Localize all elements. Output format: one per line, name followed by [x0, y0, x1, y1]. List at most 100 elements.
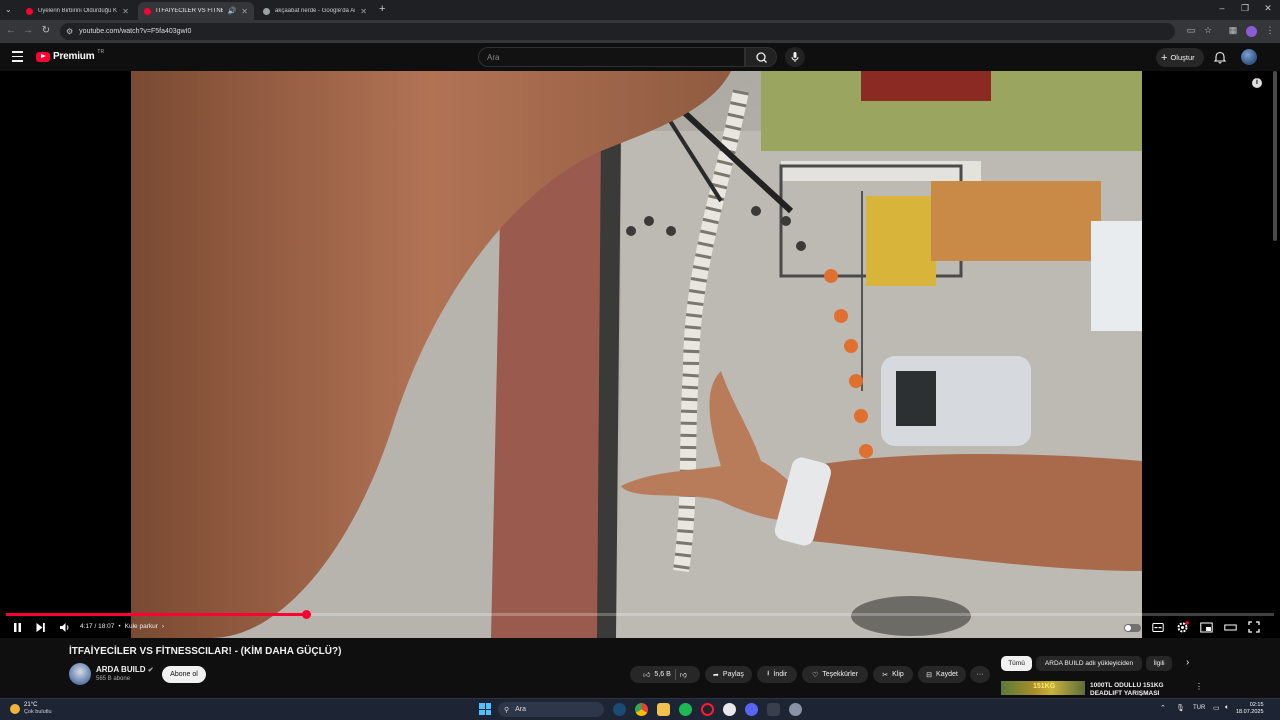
search-icon — [756, 52, 767, 63]
youtube-logo[interactable]: Premium TR — [36, 49, 104, 62]
subscribe-button[interactable]: Abone ol — [162, 666, 206, 683]
chip-related[interactable]: İlgili — [1146, 656, 1172, 671]
forward-arrow-icon[interactable]: → — [21, 25, 35, 36]
subtitles-icon[interactable] — [1152, 622, 1164, 633]
volume-icon[interactable] — [59, 622, 71, 633]
chapter-label[interactable]: Kule parkur — [125, 623, 158, 630]
calculator-icon[interactable] — [767, 703, 780, 716]
cast-icon[interactable]: ▭ — [1184, 25, 1198, 36]
weather-condition: Çok bulutlu — [24, 709, 52, 715]
fullscreen-icon[interactable] — [1248, 621, 1260, 633]
video-frame[interactable] — [131, 71, 1142, 638]
settings-app-icon[interactable] — [789, 703, 802, 716]
related-video-title[interactable]: 1000TL ÖDÜLLÜ 151KG DEADLIFT YARIŞMASI — [1090, 682, 1185, 696]
speaker-tray-icon[interactable]: 🔈︎ — [1225, 704, 1229, 712]
chip-all[interactable]: Tümü — [1001, 656, 1032, 671]
chevron-right-icon[interactable]: › — [162, 623, 164, 630]
taskbar-search[interactable]: ⚲ Ara — [498, 702, 604, 717]
like-count: 5,6 B — [654, 671, 671, 678]
browser-tab-3[interactable]: akçaabat nerde - Google'da Ara ✕ — [257, 2, 373, 20]
plus-icon: + — [1161, 51, 1168, 64]
new-tab-button[interactable]: + — [379, 3, 385, 15]
autoplay-toggle[interactable] — [1124, 624, 1141, 632]
spotify-icon[interactable] — [679, 703, 692, 716]
steam-icon[interactable] — [613, 703, 626, 716]
chip-from-uploader[interactable]: ARDA BUILD adlı yükleyiciden — [1036, 656, 1142, 671]
close-tab-icon[interactable]: ✕ — [241, 7, 248, 16]
voice-search-button[interactable] — [785, 47, 805, 67]
discord-icon[interactable] — [745, 703, 758, 716]
minimize-icon[interactable]: – — [1212, 3, 1232, 13]
like-divider — [674, 669, 676, 680]
chevron-right-icon[interactable]: › — [1186, 657, 1189, 668]
pause-icon[interactable] — [12, 622, 23, 633]
thumbs-up-icon: 👍︎ — [643, 672, 651, 679]
like-button[interactable]: 👍︎ 5,6 B — [643, 670, 671, 679]
video-player[interactable]: i 4:17 / 18:07 • Kule parkur › — [0, 71, 1280, 638]
channel-name[interactable]: ARDA BUILD ✔ — [96, 665, 154, 674]
save-label: Kaydet — [936, 671, 958, 678]
microphone-icon — [791, 52, 799, 62]
share-button[interactable]: ➦ Paylaş — [705, 666, 752, 683]
microphone-tray-icon[interactable]: 🎙︎ — [1176, 704, 1185, 712]
browser-menu-icon[interactable]: ⋮ — [1263, 25, 1277, 36]
progress-scrubber[interactable] — [302, 610, 312, 619]
page-scrollbar[interactable] — [1273, 71, 1277, 241]
close-window-icon[interactable]: ✕ — [1258, 3, 1278, 14]
taskbar-search-label: Ara — [515, 706, 527, 713]
bookmark-star-icon[interactable]: ☆ — [1201, 25, 1215, 36]
opera-icon[interactable] — [701, 703, 714, 716]
tray-chevron-up-icon[interactable]: ⌃ — [1160, 704, 1166, 712]
github-icon[interactable] — [723, 703, 736, 716]
settings-gear-icon[interactable] — [1176, 621, 1189, 634]
url-bar[interactable]: ⚙ youtube.com/watch?v=F5fa403gwI0 — [60, 23, 1175, 40]
more-actions-button[interactable]: ··· — [970, 666, 990, 683]
account-avatar[interactable] — [1241, 49, 1257, 65]
notifications-bell-icon[interactable] — [1213, 50, 1227, 64]
windows-taskbar: 21°C Çok bulutlu ⚲ Ara ⌃ 🎙︎ TUR ▭ 🔈︎ 02:… — [0, 698, 1280, 720]
tab-title: Üyelerin Birbirini Öldürdüğü Kı — [38, 8, 118, 14]
current-time: 4:17 — [80, 623, 93, 630]
clip-button[interactable]: ✂ Klip — [873, 666, 913, 683]
keyboard-language[interactable]: TUR — [1193, 705, 1205, 711]
thanks-button[interactable]: ♡ Teşekkürler — [802, 666, 868, 683]
file-explorer-icon[interactable] — [657, 703, 670, 716]
thanks-label: Teşekkürler — [822, 671, 859, 678]
related-more-icon[interactable]: ⋮ — [1195, 682, 1203, 691]
close-tab-icon[interactable]: ✕ — [122, 7, 129, 16]
monitor-icon[interactable]: ▭ — [1213, 704, 1220, 712]
youtube-favicon-icon — [144, 7, 151, 15]
clock[interactable]: 02:15 18.07.2025 — [1236, 702, 1264, 716]
profile-icon[interactable] — [1246, 26, 1257, 37]
extensions-icon[interactable]: ▦ — [1226, 25, 1240, 36]
weather-cloud-icon — [10, 704, 20, 714]
info-icon[interactable]: i — [1252, 78, 1262, 88]
speaker-icon[interactable]: 🔊 — [228, 7, 237, 15]
chrome-icon[interactable] — [635, 703, 648, 716]
weather-widget[interactable]: 21°C Çok bulutlu — [10, 702, 52, 716]
related-video-thumbnail[interactable]: 151KG — [1001, 681, 1085, 695]
save-button[interactable]: ⊟ Kaydet — [918, 666, 966, 683]
youtube-header: Premium TR Ara + Oluştur — [0, 43, 1280, 71]
download-button[interactable]: ⭳ İndir — [757, 666, 797, 683]
create-button[interactable]: + Oluştur — [1156, 48, 1204, 67]
search-input[interactable]: Ara — [478, 47, 745, 67]
dislike-button[interactable]: 👎︎ — [680, 670, 687, 679]
site-info-icon[interactable]: ⚙ — [66, 27, 73, 36]
reload-icon[interactable]: ↻ — [39, 25, 53, 36]
search-button[interactable] — [745, 47, 777, 67]
progress-bar[interactable] — [6, 610, 1274, 619]
close-tab-icon[interactable]: ✕ — [360, 7, 367, 16]
back-arrow-icon[interactable]: ← — [4, 25, 18, 36]
windows-start-icon[interactable] — [479, 703, 491, 715]
next-video-icon[interactable] — [35, 622, 46, 633]
channel-avatar[interactable] — [69, 663, 91, 685]
menu-icon[interactable] — [12, 51, 23, 62]
restore-icon[interactable]: ❐ — [1235, 3, 1255, 14]
miniplayer-icon[interactable] — [1200, 622, 1213, 633]
browser-tab-1[interactable]: Üyelerin Birbirini Öldürdüğü Kı ✕ — [20, 2, 135, 20]
logo-text: Premium — [53, 51, 95, 62]
tab-search-icon[interactable]: ⌄ — [5, 5, 12, 14]
theater-mode-icon[interactable] — [1224, 622, 1237, 633]
browser-tab-2[interactable]: İTFAİYECİLER VS FİTNESSCI 🔊 ✕ — [138, 2, 254, 20]
